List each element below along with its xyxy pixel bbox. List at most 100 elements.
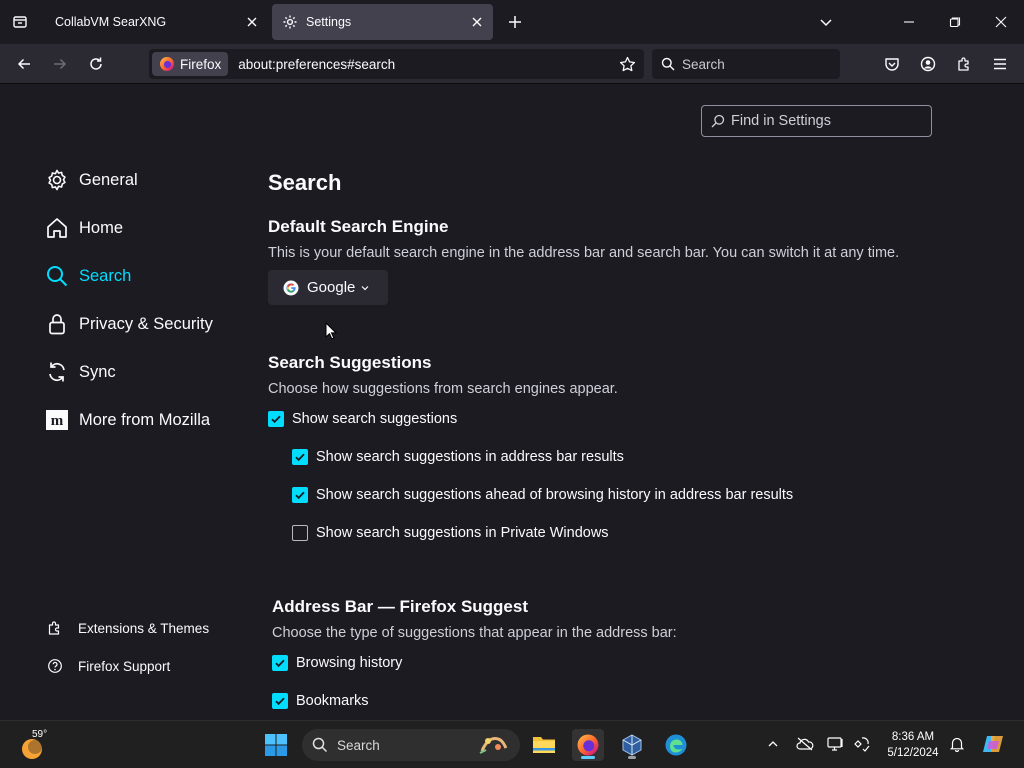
clock-date: 5/12/2024 <box>887 747 939 759</box>
sidebar-item-search[interactable]: Search <box>44 263 131 289</box>
firefox-logo-icon <box>159 56 175 72</box>
account-icon[interactable] <box>914 50 942 78</box>
search-bar[interactable]: Search <box>652 49 840 79</box>
search-icon <box>312 737 328 753</box>
list-all-tabs-icon[interactable] <box>6 8 34 36</box>
default-engine-heading: Default Search Engine <box>268 217 449 236</box>
bookmarks-checkbox[interactable]: Bookmarks <box>272 693 369 709</box>
identity-box[interactable]: Firefox <box>152 52 229 76</box>
sidebar-item-label: More from Mozilla <box>79 410 211 429</box>
chevron-down-icon[interactable] <box>814 10 838 34</box>
default-engine-dropdown[interactable]: Google <box>268 270 388 305</box>
active-app-indicator <box>581 756 595 759</box>
close-window-icon[interactable] <box>987 8 1015 36</box>
checkbox-checked-icon[interactable] <box>268 411 284 427</box>
system-clock[interactable]: 8:36 AM 5/12/2024 <box>880 729 946 761</box>
back-arrow-icon[interactable] <box>10 50 38 78</box>
display-icon[interactable] <box>825 733 847 755</box>
checkbox-label: Show search suggestions <box>292 411 458 427</box>
firefox-support-link[interactable]: Firefox Support <box>46 657 170 675</box>
default-engine-description: This is your default search engine in th… <box>268 245 900 261</box>
checkbox-unchecked-icon[interactable] <box>292 525 308 541</box>
checkbox-label: Browsing history <box>296 655 403 671</box>
find-placeholder: Find in Settings <box>731 113 831 129</box>
suggestions-in-address-bar-checkbox[interactable]: Show search suggestions in address bar r… <box>292 449 624 465</box>
forward-arrow-icon[interactable] <box>46 50 74 78</box>
gear-icon <box>44 167 70 193</box>
checkbox-label: Bookmarks <box>296 693 369 709</box>
sun-icon <box>22 739 42 759</box>
weather-temperature: 59° <box>32 729 48 740</box>
checkbox-label: Show search suggestions in address bar r… <box>316 449 624 465</box>
search-suggestions-heading: Search Suggestions <box>268 353 432 372</box>
file-explorer-icon[interactable] <box>528 729 560 761</box>
suggestions-ahead-of-history-checkbox[interactable]: Show search suggestions ahead of browsin… <box>292 487 793 503</box>
restore-icon[interactable] <box>941 8 969 36</box>
virtualbox-icon[interactable] <box>616 729 648 761</box>
puzzle-icon <box>46 619 64 637</box>
tab-collabvm-searxng[interactable]: CollabVM SearXNG <box>42 4 268 40</box>
checkbox-checked-icon[interactable] <box>272 693 288 709</box>
tab-title: CollabVM SearXNG <box>55 15 167 29</box>
gear-icon <box>282 14 298 30</box>
chevron-down-icon <box>360 283 370 293</box>
sidebar-item-general[interactable]: General <box>44 167 138 193</box>
copilot-icon[interactable] <box>980 733 1006 755</box>
search-icon <box>44 263 70 289</box>
identity-label: Firefox <box>180 56 222 72</box>
checkbox-checked-icon[interactable] <box>272 655 288 671</box>
tab-settings[interactable]: Settings <box>272 4 493 40</box>
onedrive-icon[interactable] <box>794 733 816 755</box>
address-bar[interactable]: Firefox about:preferences#search <box>149 49 644 79</box>
pocket-icon[interactable] <box>878 50 906 78</box>
sidebar-item-label: General <box>79 170 138 189</box>
footer-link-label: Extensions & Themes <box>78 620 210 636</box>
bookmark-star-icon[interactable] <box>618 55 636 73</box>
extensions-puzzle-icon[interactable] <box>950 50 978 78</box>
firefox-taskbar-icon[interactable] <box>572 729 604 761</box>
sidebar-item-sync[interactable]: Sync <box>44 359 116 385</box>
taskbar-search-box[interactable]: Search <box>302 729 520 761</box>
sync-icon <box>44 359 70 385</box>
menu-hamburger-icon[interactable] <box>986 50 1014 78</box>
taskbar-search-placeholder: Search <box>337 737 380 753</box>
notification-bell-icon[interactable] <box>946 733 968 755</box>
footer-link-label: Firefox Support <box>78 658 171 674</box>
network-icon[interactable] <box>851 733 873 755</box>
show-search-suggestions-checkbox[interactable]: Show search suggestions <box>268 411 457 427</box>
tab-title: Settings <box>306 15 352 29</box>
google-logo-icon <box>283 280 299 296</box>
edge-icon[interactable] <box>660 729 692 761</box>
extensions-themes-link[interactable]: Extensions & Themes <box>46 619 209 637</box>
settings-page: Find in Settings General Home Search Pri… <box>0 85 1024 720</box>
find-in-settings-input[interactable]: Find in Settings <box>701 105 932 137</box>
search-icon <box>661 57 675 71</box>
windows-start-icon[interactable] <box>260 729 292 761</box>
page-title: Search <box>268 170 342 195</box>
close-tab-icon[interactable] <box>469 14 485 30</box>
suggestions-private-windows-checkbox[interactable]: Show search suggestions in Private Windo… <box>292 525 609 541</box>
selected-engine-label: Google <box>307 279 356 296</box>
search-icon <box>711 114 725 128</box>
checkbox-checked-icon[interactable] <box>292 449 308 465</box>
weather-widget[interactable]: 59° <box>18 729 58 761</box>
minimize-icon[interactable] <box>895 8 923 36</box>
mozilla-icon: m <box>44 407 70 433</box>
home-icon <box>44 215 70 241</box>
url-text[interactable]: about:preferences#search <box>238 57 395 72</box>
checkbox-checked-icon[interactable] <box>292 487 308 503</box>
sidebar-item-label: Privacy & Security <box>79 314 213 333</box>
search-placeholder: Search <box>682 56 725 72</box>
sidebar-item-home[interactable]: Home <box>44 215 123 241</box>
sidebar-item-privacy-security[interactable]: Privacy & Security <box>44 311 213 337</box>
address-bar-description: Choose the type of suggestions that appe… <box>272 625 677 641</box>
chevron-up-icon[interactable] <box>762 733 784 755</box>
close-tab-icon[interactable] <box>244 14 260 30</box>
new-tab-icon[interactable] <box>503 10 527 34</box>
reload-icon[interactable] <box>82 50 110 78</box>
sidebar-item-label: Sync <box>79 362 116 381</box>
windows-taskbar: 59° Search 8:36 AM 5/12/2024 <box>0 720 1024 768</box>
browsing-history-checkbox[interactable]: Browsing history <box>272 655 402 671</box>
sidebar-item-more-from-mozilla[interactable]: m More from Mozilla <box>44 407 210 433</box>
search-suggestions-description: Choose how suggestions from search engin… <box>268 381 618 397</box>
